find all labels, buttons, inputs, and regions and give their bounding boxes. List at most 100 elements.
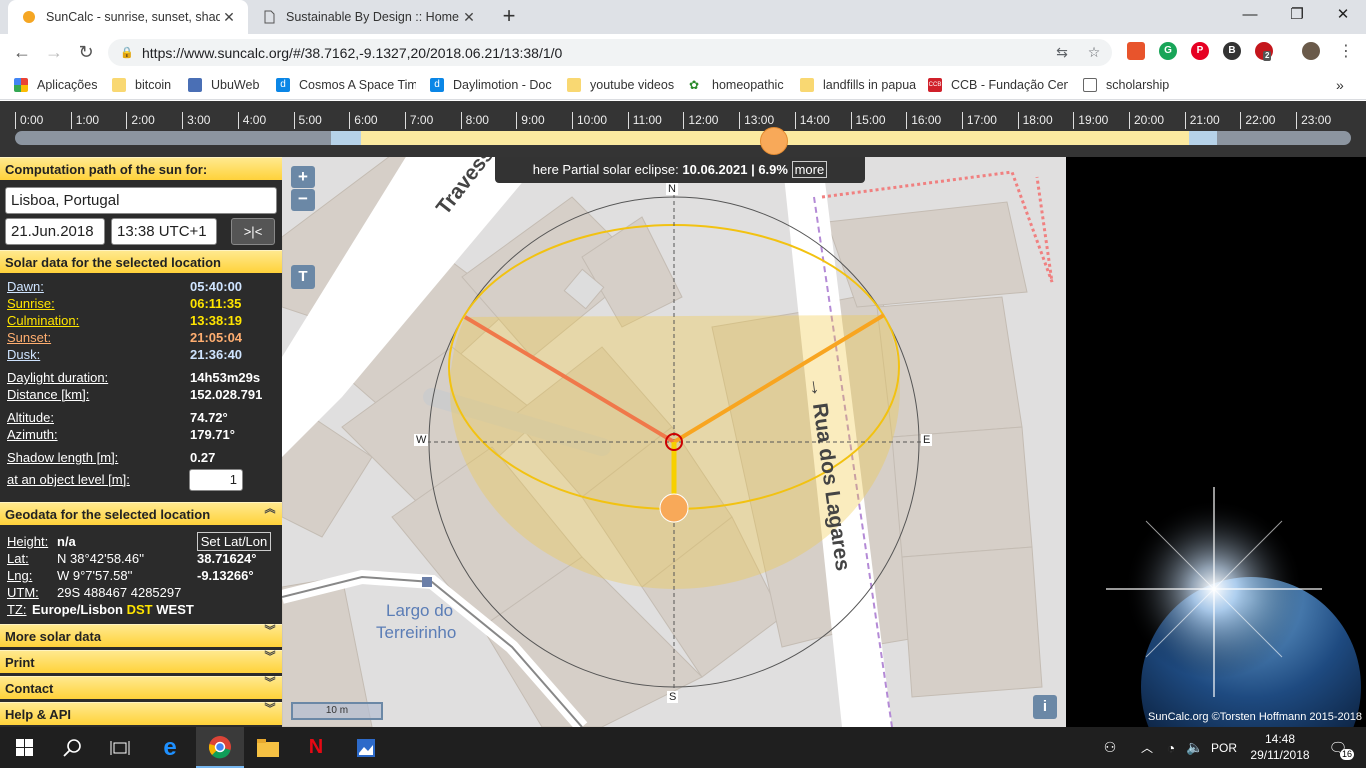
toggle-t-button[interactable]: T xyxy=(291,265,315,289)
language-indicator[interactable]: POR xyxy=(1206,727,1242,768)
folder-icon xyxy=(800,78,814,92)
shadow-length-label[interactable]: Shadow length [m]: xyxy=(7,450,118,465)
expand-icon[interactable]: ︾ xyxy=(264,626,276,637)
bookmark-homeopathic[interactable]: ✿ homeopathic xyxy=(689,76,784,94)
forward-icon[interactable]: → xyxy=(42,40,66,64)
close-tab-icon[interactable]: ✕ xyxy=(460,9,478,26)
network-icon[interactable]: ◔ xyxy=(1158,727,1184,768)
bookmark-cosmos[interactable]: d Cosmos A Space Time xyxy=(276,76,416,94)
profile-avatar[interactable] xyxy=(1302,42,1320,60)
distance-label[interactable]: Distance [km]: xyxy=(7,387,89,402)
close-tab-icon[interactable]: ✕ xyxy=(220,9,238,26)
hour-tick-label: 20:00 xyxy=(1129,112,1164,129)
bookmark-daylimotion[interactable]: d Daylimotion - Doc xyxy=(430,76,552,94)
help-api-header[interactable]: Help & API ︾ xyxy=(0,702,282,725)
object-level-label[interactable]: at an object level [m]: xyxy=(7,472,130,487)
hour-tick-label: 13:00 xyxy=(739,112,774,129)
address-bar[interactable]: 🔒 https://www.suncalc.org/#/38.7162,-9.1… xyxy=(108,39,1112,66)
lock-icon: 🔒 xyxy=(120,46,134,59)
hour-tick-label: 14:00 xyxy=(794,112,830,129)
time-slider-bar xyxy=(0,101,1366,157)
more-bookmarks-icon[interactable]: » xyxy=(1336,76,1344,94)
info-button[interactable]: i xyxy=(1033,695,1057,719)
bus-stop-icon xyxy=(422,577,432,587)
volume-icon[interactable]: 🔈 xyxy=(1184,727,1206,768)
adblock-extension-icon[interactable]: 2 xyxy=(1255,42,1273,61)
altitude-label[interactable]: Altitude: xyxy=(7,410,54,425)
back-icon[interactable]: ← xyxy=(10,40,34,64)
search-icon[interactable] xyxy=(48,727,96,768)
close-window-button[interactable]: ✕ xyxy=(1328,4,1358,28)
netflix-icon[interactable]: N xyxy=(292,727,340,768)
people-icon[interactable]: ⚇ xyxy=(1090,727,1130,768)
chrome-browser-icon[interactable] xyxy=(196,727,244,768)
time-slider-handle[interactable] xyxy=(759,127,788,155)
height-value: n/a xyxy=(57,534,76,549)
azimuth-label[interactable]: Azimuth: xyxy=(7,427,58,442)
compass-north: N xyxy=(666,183,678,195)
bookmark-apps[interactable]: Aplicações xyxy=(14,76,97,94)
new-tab-button[interactable]: + xyxy=(497,5,521,29)
zoom-in-button[interactable]: + xyxy=(291,166,315,188)
time-slider-track[interactable] xyxy=(15,131,1351,145)
building-shape xyxy=(891,426,1033,558)
expand-icon[interactable]: ︾ xyxy=(264,704,276,715)
clock-date: 29/11/2018 xyxy=(1250,748,1310,762)
eclipse-more-button[interactable]: more xyxy=(791,161,828,178)
height-label: Height: xyxy=(7,534,49,549)
date-input[interactable]: 21.Jun.2018 xyxy=(5,218,105,245)
windows-taskbar: e N ⚇ ︿ ◔ 🔈 POR 14:48 29/11/2018 🗨 16 xyxy=(0,727,1366,768)
restore-button[interactable]: ❐ xyxy=(1282,4,1312,28)
translate-icon[interactable]: ⇆ xyxy=(1052,42,1072,62)
bookmark-ccb[interactable]: CCB CCB - Fundação Cent xyxy=(928,76,1068,94)
daylight-label[interactable]: Daylight duration: xyxy=(7,370,108,385)
bookmark-star-icon[interactable]: ☆ xyxy=(1084,42,1104,62)
expand-icon[interactable]: ︾ xyxy=(264,678,276,689)
sunset-label[interactable]: Sunset: xyxy=(7,330,51,345)
bplus-extension-icon[interactable]: B xyxy=(1223,42,1241,60)
reload-icon[interactable]: ↻ xyxy=(74,40,98,64)
bookmark-ubuweb[interactable]: UbuWeb xyxy=(188,76,259,94)
browser-toolbar: ← → ↻ 🔒 https://www.suncalc.org/#/38.716… xyxy=(0,34,1366,70)
dusk-label[interactable]: Dusk: xyxy=(7,347,40,362)
dawn-label[interactable]: Dawn: xyxy=(7,279,44,294)
bookmark-landfills[interactable]: landfills in papua xyxy=(800,76,916,94)
set-latlon-button[interactable]: Set Lat/Lon xyxy=(197,532,271,551)
bookmark-youtube[interactable]: youtube videos xyxy=(567,76,674,94)
location-input[interactable]: Lisboa, Portugal xyxy=(5,187,277,214)
zoom-out-button[interactable]: − xyxy=(291,189,315,211)
lng-decimal: -9.13266° xyxy=(197,568,254,583)
file-explorer-icon[interactable] xyxy=(244,727,292,768)
geodata-header[interactable]: Geodata for the selected location ︽ xyxy=(0,502,282,525)
task-view-icon[interactable] xyxy=(96,727,144,768)
sunrise-label[interactable]: Sunrise: xyxy=(7,296,55,311)
windows-start-icon[interactable] xyxy=(0,727,48,768)
edge-browser-icon[interactable]: e xyxy=(146,727,194,768)
sunset-value: 21:05:04 xyxy=(190,330,243,345)
map-view[interactable]: N S W E Travessa → Rua dos Lagares Largo… xyxy=(282,157,1066,727)
culmination-label[interactable]: Culmination: xyxy=(7,313,79,328)
print-header[interactable]: Print ︾ xyxy=(0,650,282,673)
object-level-input[interactable]: 1 xyxy=(189,469,243,491)
bookmark-bitcoin[interactable]: bitcoin xyxy=(112,76,171,94)
menu-kebab-icon[interactable]: ⋮ xyxy=(1334,40,1358,64)
show-hidden-icons-chevron-icon[interactable]: ︿ xyxy=(1136,727,1158,768)
pinterest-extension-icon[interactable]: P xyxy=(1191,42,1209,60)
time-input[interactable]: 13:38 UTC+1 xyxy=(111,218,217,245)
now-button[interactable]: >|< xyxy=(231,218,275,245)
office-extension-icon[interactable] xyxy=(1127,42,1145,60)
photos-app-icon[interactable] xyxy=(342,727,390,768)
bookmark-scholarship[interactable]: scholarship xyxy=(1083,76,1169,94)
action-center-icon[interactable]: 🗨 16 xyxy=(1318,727,1358,768)
expand-icon[interactable]: ︾ xyxy=(264,652,276,663)
dailymotion-icon: d xyxy=(276,78,290,92)
tab-suncalc[interactable]: SunCalc - sunrise, sunset, shadow ✕ xyxy=(8,0,248,34)
bookmarks-bar: Aplicações bitcoin UbuWeb d Cosmos A Spac… xyxy=(0,70,1366,100)
more-solar-data-header[interactable]: More solar data ︾ xyxy=(0,624,282,647)
clock[interactable]: 14:48 29/11/2018 xyxy=(1242,731,1318,763)
grammarly-extension-icon[interactable]: G xyxy=(1159,42,1177,60)
tab-sustainable[interactable]: Sustainable By Design :: Home ✕ xyxy=(248,0,488,34)
contact-header[interactable]: Contact ︾ xyxy=(0,676,282,699)
minimize-button[interactable]: — xyxy=(1235,4,1265,28)
collapse-icon[interactable]: ︽ xyxy=(264,504,276,515)
